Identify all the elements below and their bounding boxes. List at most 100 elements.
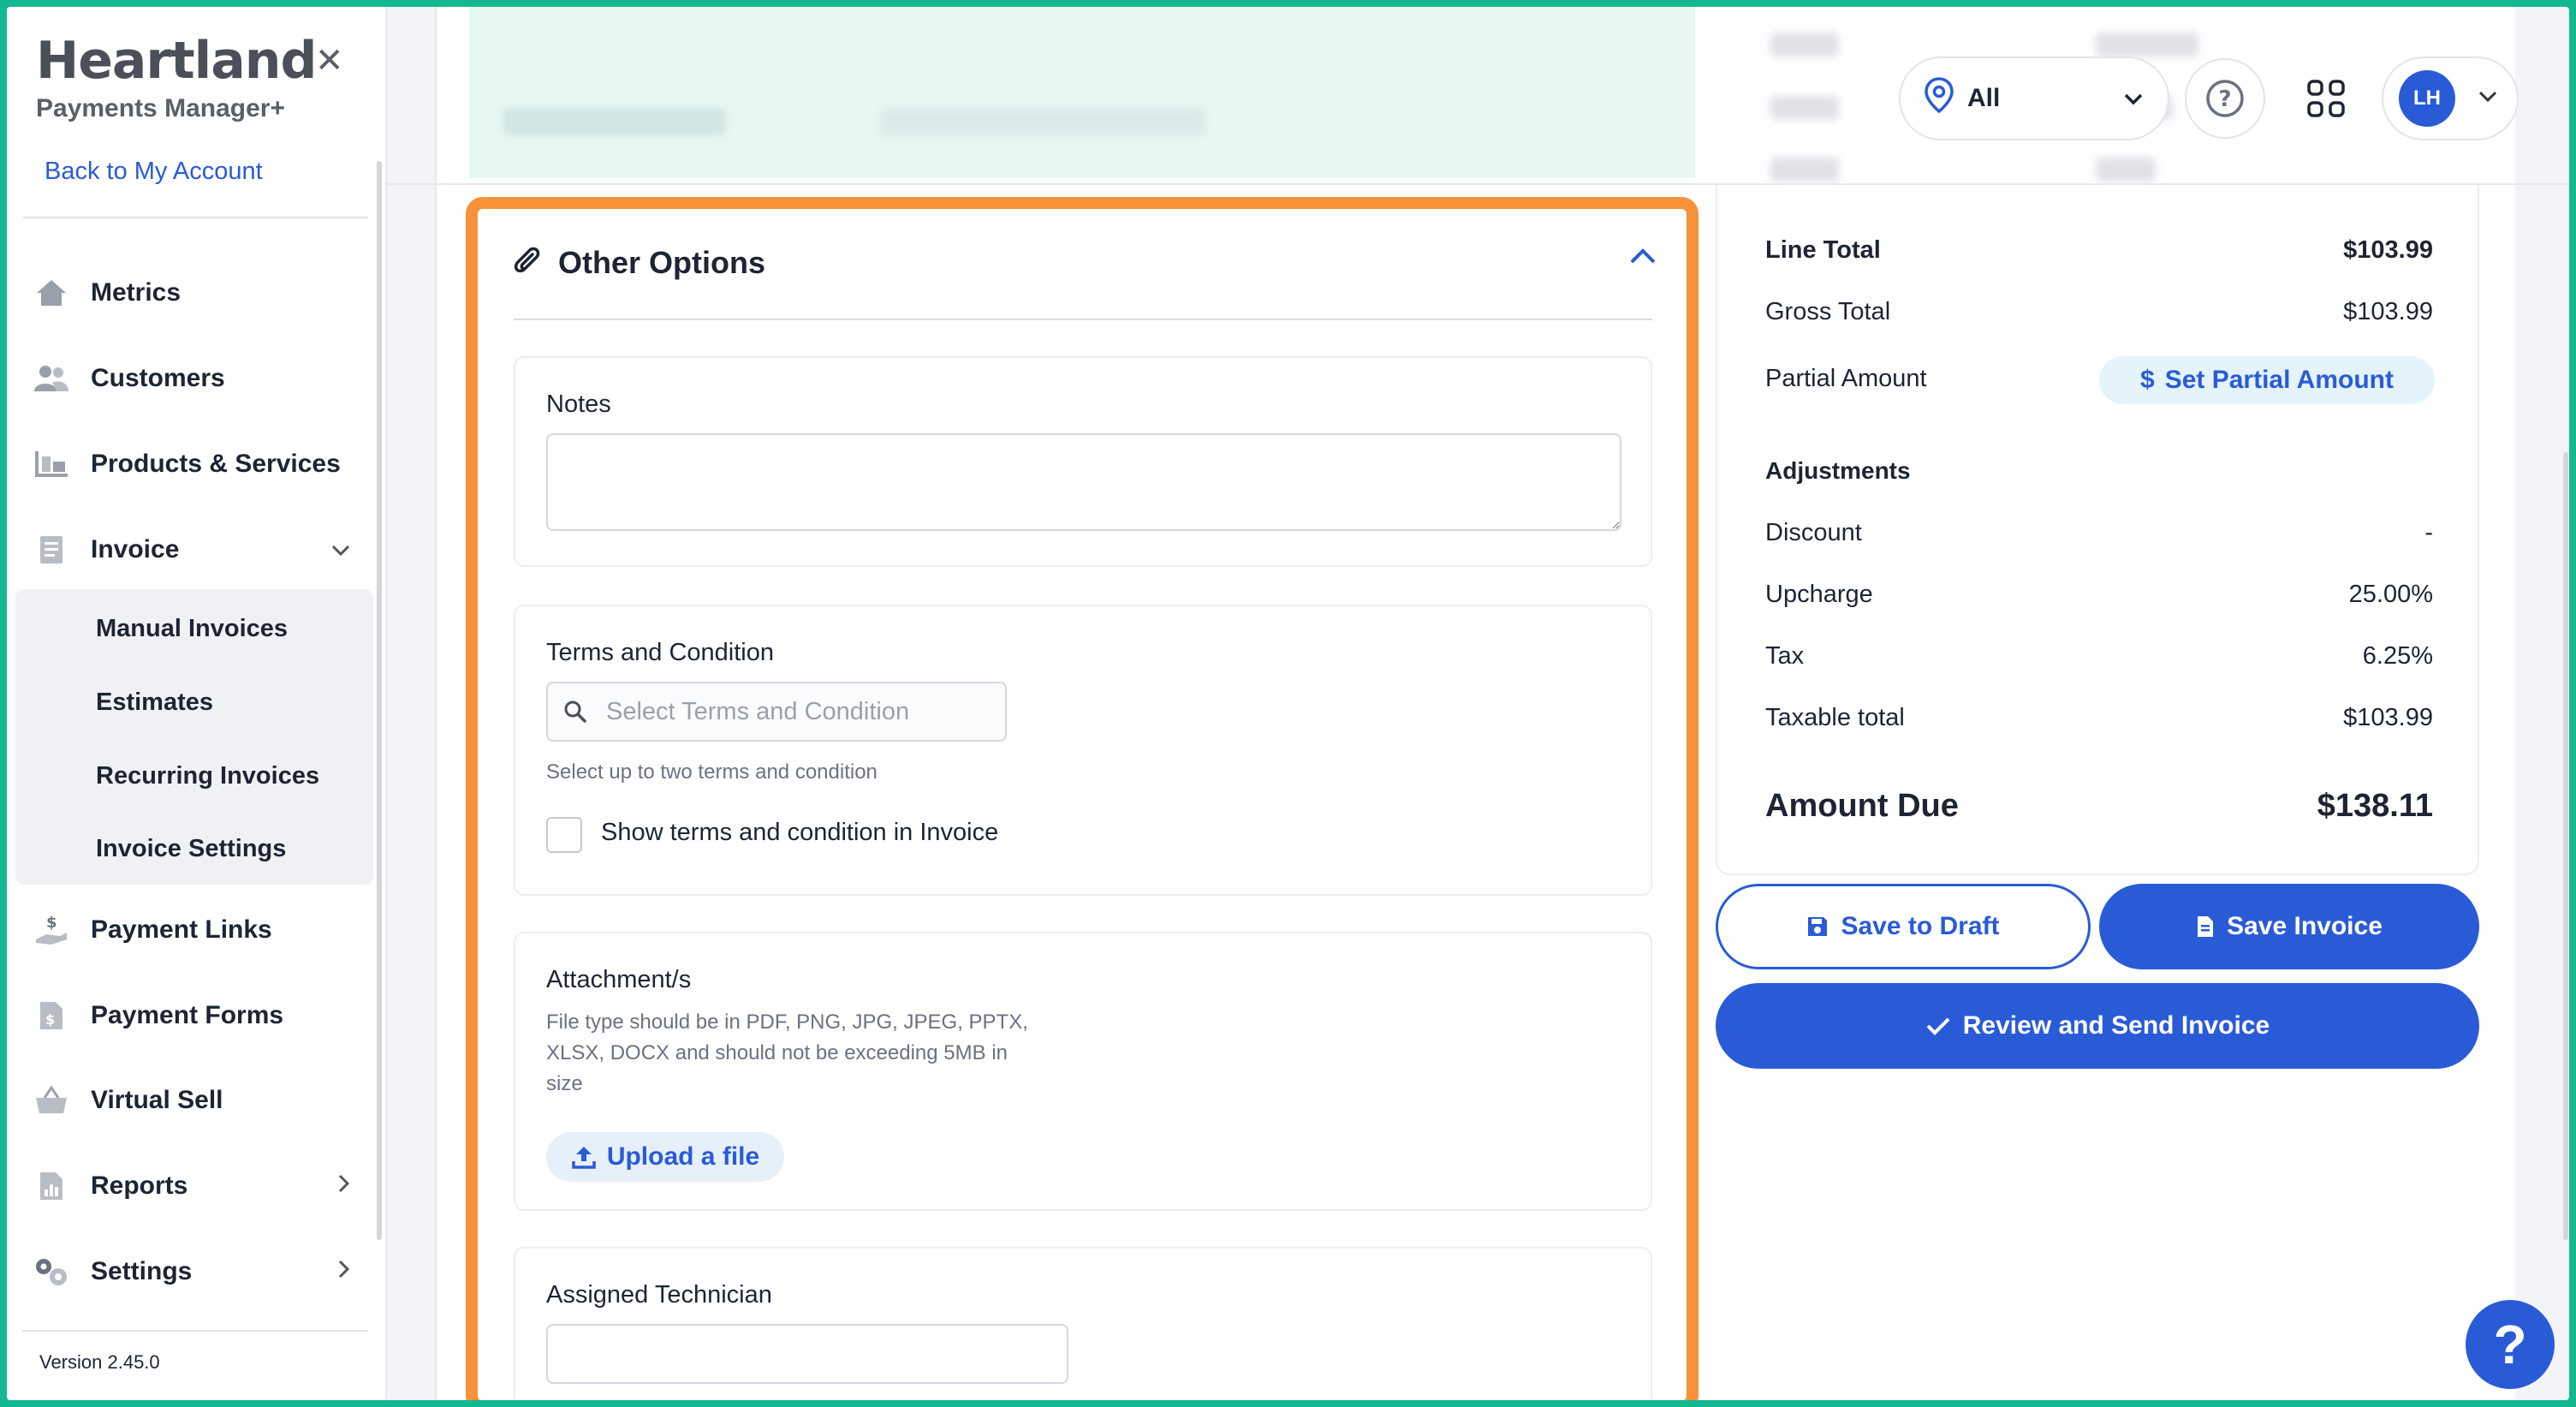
taxable-total-value: $103.99 xyxy=(2343,704,2433,731)
save-invoice-button[interactable]: Save Invoice xyxy=(2099,884,2479,969)
svg-text:$: $ xyxy=(46,914,57,932)
location-select[interactable]: All xyxy=(1899,57,2169,140)
set-partial-amount-label: Set Partial Amount xyxy=(2164,366,2394,394)
partial-amount-row: Partial Amount xyxy=(1765,365,2091,393)
avatar: LH xyxy=(2399,70,2455,127)
svg-text:?: ? xyxy=(2218,86,2231,112)
gross-total-value: $103.99 xyxy=(2343,298,2433,325)
sidebar-subitem-invoice-settings[interactable]: Invoice Settings xyxy=(96,835,286,863)
gross-total-row: Gross Total $103.99 xyxy=(1765,298,2433,326)
question-circle-icon: ? xyxy=(2206,80,2244,117)
review-send-invoice-button[interactable]: Review and Send Invoice xyxy=(1716,983,2479,1069)
dollar-icon: $ xyxy=(2140,366,2155,394)
sidebar-divider xyxy=(22,1330,368,1332)
location-pin-icon xyxy=(1925,77,1954,120)
invoice-summary: Line Total $103.99 Gross Total $103.99 P… xyxy=(1716,185,2479,875)
discount-value: - xyxy=(2424,519,2433,546)
floppy-disk-icon xyxy=(1808,917,1828,936)
sidebar-subitem-estimates[interactable]: Estimates xyxy=(96,689,213,717)
sidebar-item-virtual-sell[interactable]: Virtual Sell xyxy=(33,1075,366,1126)
gross-total-label: Gross Total xyxy=(1765,298,1891,325)
brand-subtitle: Payments Manager+ xyxy=(36,94,285,122)
set-partial-amount-button[interactable]: $ Set Partial Amount xyxy=(2099,356,2435,404)
chevron-down-icon xyxy=(330,536,351,563)
sidebar-item-label: Settings xyxy=(91,1257,193,1285)
sidebar-item-label: Metrics xyxy=(91,278,181,307)
products-icon xyxy=(33,445,70,483)
sidebar-item-products[interactable]: Products & Services xyxy=(33,438,366,490)
sidebar-divider xyxy=(22,217,368,218)
line-total-value: $103.99 xyxy=(2343,236,2433,264)
chevron-down-icon xyxy=(2123,85,2144,112)
sidebar-item-reports[interactable]: Reports xyxy=(33,1160,366,1212)
help-fab[interactable]: ? xyxy=(2466,1300,2555,1389)
checkmark-icon xyxy=(1926,1017,1950,1035)
sidebar: Heartland Payments Manager+ ✕ Back to My… xyxy=(7,7,387,1400)
amount-due-row: Amount Due $138.11 xyxy=(1765,788,2433,825)
brand-logo: Heartland Payments Manager+ xyxy=(36,31,317,123)
review-send-invoice-label: Review and Send Invoice xyxy=(1962,1011,2270,1040)
reports-icon xyxy=(33,1167,70,1205)
invoice-submenu: Manual Invoices Estimates Recurring Invo… xyxy=(15,589,373,885)
faded-text xyxy=(880,108,1205,135)
discount-row: Discount - xyxy=(1765,519,2433,547)
sidebar-item-label: Invoice xyxy=(91,535,180,563)
tax-row: Tax 6.25% xyxy=(1765,642,2433,671)
upcharge-label: Upcharge xyxy=(1765,581,1873,608)
save-invoice-label: Save Invoice xyxy=(2227,912,2383,940)
highlight-frame xyxy=(466,197,1698,1400)
main-scrollbar[interactable] xyxy=(2563,452,2568,1240)
upcharge-value: 25.00% xyxy=(2348,581,2433,608)
brand-name: Heartland xyxy=(36,31,317,91)
sidebar-item-label: Virtual Sell xyxy=(91,1086,223,1114)
save-to-draft-button[interactable]: Save to Draft xyxy=(1716,884,2091,969)
payment-hand-icon: $ xyxy=(33,911,70,949)
document-icon xyxy=(2198,916,2214,937)
user-menu-button[interactable]: LH xyxy=(2382,57,2519,140)
sidebar-item-label: Customers xyxy=(91,364,225,392)
discount-label: Discount xyxy=(1765,519,1862,546)
users-icon xyxy=(33,360,70,397)
faded-text xyxy=(503,108,726,135)
svg-text:$: $ xyxy=(45,1011,55,1028)
sidebar-item-invoice[interactable]: Invoice xyxy=(33,524,366,575)
taxable-total-label: Taxable total xyxy=(1765,704,1905,731)
adjustment-section-faded xyxy=(469,7,1695,178)
taxable-total-row: Taxable total $103.99 xyxy=(1765,704,2433,732)
app-version: Version 2.45.0 xyxy=(39,1351,160,1373)
gears-icon xyxy=(33,1253,70,1291)
sidebar-item-settings[interactable]: Settings xyxy=(33,1246,366,1297)
app-window: Heartland Payments Manager+ ✕ Back to My… xyxy=(7,7,2569,1400)
tax-label: Tax xyxy=(1765,642,1805,670)
close-sidebar-icon[interactable]: ✕ xyxy=(315,41,344,80)
help-button[interactable]: ? xyxy=(2185,58,2265,139)
sidebar-item-label: Reports xyxy=(91,1172,188,1200)
apps-grid-button[interactable] xyxy=(2306,79,2346,118)
line-total-row: Line Total $103.99 xyxy=(1765,236,2433,265)
line-total-label: Line Total xyxy=(1765,236,1881,264)
save-to-draft-label: Save to Draft xyxy=(1841,912,2000,940)
amount-due-value: $138.11 xyxy=(2317,788,2433,824)
sidebar-item-label: Payment Links xyxy=(91,915,272,944)
sidebar-item-payment-links[interactable]: $ Payment Links xyxy=(33,904,366,956)
chevron-down-icon xyxy=(2478,82,2498,110)
sidebar-item-metrics[interactable]: Metrics xyxy=(33,267,366,319)
sidebar-item-label: Products & Services xyxy=(91,450,341,478)
partial-amount-label: Partial Amount xyxy=(1765,365,1927,392)
payment-form-icon: $ xyxy=(33,997,70,1034)
chevron-right-icon xyxy=(337,1258,351,1285)
sidebar-item-label: Payment Forms xyxy=(91,1001,284,1029)
tax-value: 6.25% xyxy=(2362,642,2433,670)
chevron-right-icon xyxy=(337,1172,351,1200)
invoice-icon xyxy=(33,531,70,569)
sidebar-subitem-recurring-invoices[interactable]: Recurring Invoices xyxy=(96,762,319,790)
sidebar-scrollbar[interactable] xyxy=(377,161,382,1240)
back-to-account-link[interactable]: Back to My Account xyxy=(45,158,263,186)
sidebar-item-customers[interactable]: Customers xyxy=(33,353,366,404)
amount-due-label: Amount Due xyxy=(1765,788,1959,824)
upcharge-row: Upcharge 25.00% xyxy=(1765,581,2433,609)
sidebar-item-payment-forms[interactable]: $ Payment Forms xyxy=(33,990,366,1041)
sidebar-subitem-manual-invoices[interactable]: Manual Invoices xyxy=(96,615,288,643)
basket-icon xyxy=(33,1082,70,1119)
home-icon xyxy=(33,274,70,312)
